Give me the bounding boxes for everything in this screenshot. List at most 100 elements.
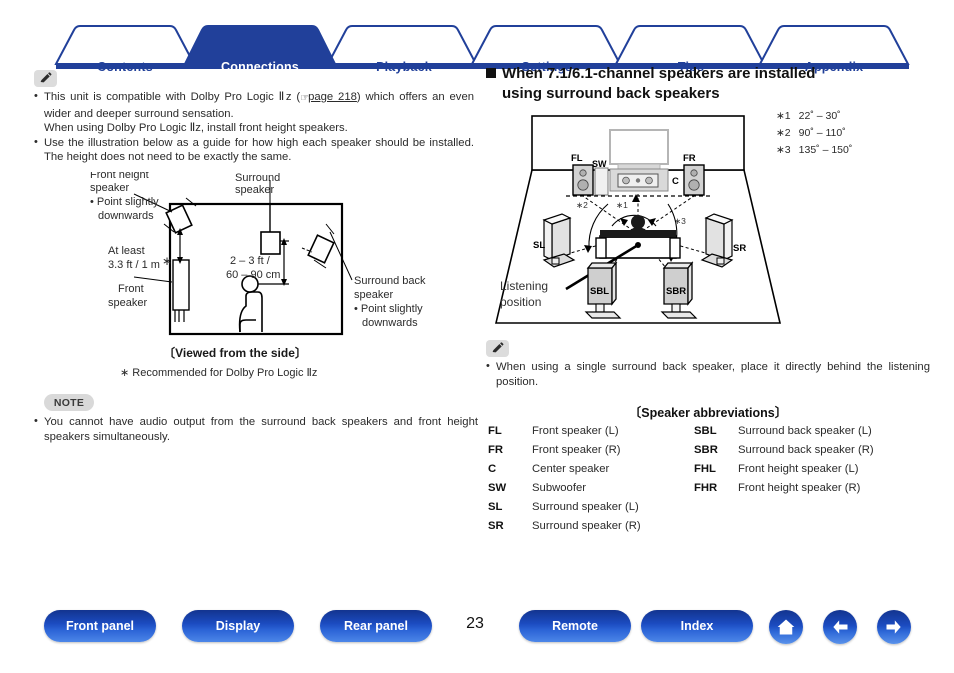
footer-button-remote[interactable]: Remote <box>519 610 631 642</box>
fig-mark-3: ∗3 <box>674 216 686 226</box>
abbr-key: FR <box>488 444 504 456</box>
abbr-val: Front speaker (R) <box>532 444 621 456</box>
abbr-key: SL <box>488 501 503 513</box>
table-row: C Center speaker <box>488 463 641 482</box>
listener-figure <box>238 275 263 333</box>
abbreviations-title: 〔Speaker abbreviations〕 <box>628 406 788 420</box>
table-row: FHR Front height speaker (R) <box>694 482 874 501</box>
fig-label-sbr: SBR <box>666 286 686 297</box>
abbr-key: FHL <box>694 463 716 475</box>
abbr-key: SBL <box>694 425 717 437</box>
surround-back-speaker-shape <box>301 223 335 269</box>
label-front-height-2: speaker <box>90 182 129 194</box>
fig-mark-2: ∗2 <box>576 200 588 210</box>
left-bullet-1: This unit is compatible with Dolby Pro L… <box>34 89 474 136</box>
label-atleast-star: ∗ <box>162 254 172 268</box>
pointing-hand-icon: ☞ <box>300 93 309 104</box>
label-dist-2: 60 – 90 cm <box>226 269 280 281</box>
home-icon[interactable] <box>769 610 803 644</box>
abbr-key: SBR <box>694 444 718 456</box>
page-number: 23 <box>466 615 484 632</box>
top-view-diagram: FL FR SW C SL SR SBL SBR ∗1 ∗2 ∗3 Listen… <box>488 108 788 333</box>
label-surround-line1: Surround <box>235 172 281 184</box>
angle-row-2: ∗2 90˚ – 110˚ <box>776 126 858 141</box>
abbreviations-table-right: SBL Surround back speaker (L) SBR Surround… <box>694 425 874 501</box>
abbr-val: Surround speaker (R) <box>532 520 641 532</box>
heading-line-1: When 7.1/6.1-channel speakers are instal… <box>502 65 816 82</box>
angle-mark-1: ∗1 <box>776 110 791 122</box>
sr-speaker-shape <box>700 213 734 268</box>
heading-line-2: using surround back speakers <box>502 85 720 102</box>
tab-shape-4 <box>614 25 766 65</box>
angle-mark-2: ∗2 <box>776 127 791 139</box>
label-front-2: speaker <box>108 297 147 309</box>
sw-speaker-shape <box>594 167 609 196</box>
angle-range-3: 135˚ – 150˚ <box>798 144 853 156</box>
heading-square-icon <box>486 68 496 78</box>
label-dist-1: 2 – 3 ft / <box>230 255 271 267</box>
footer-button-rear-panel[interactable]: Rear panel <box>320 610 432 642</box>
label-surround-speaker-top: Surround speaker <box>235 172 280 196</box>
abbr-val: Front speaker (L) <box>532 425 619 437</box>
left-bullet-1-text-a: This unit is compatible with Dolby Pro L… <box>44 91 301 103</box>
abbr-val: Surround back speaker (R) <box>738 444 874 456</box>
front-speaker-shape <box>172 259 190 311</box>
page-link[interactable]: page 218 <box>308 91 357 103</box>
tab-shape-2 <box>326 25 478 65</box>
left-column: This unit is compatible with Dolby Pro L… <box>34 70 474 165</box>
abbr-key: C <box>488 463 497 475</box>
angle-row-1: ∗1 22˚ – 30˚ <box>776 109 858 124</box>
abbr-key: FL <box>488 425 502 437</box>
table-row: SBR Surround back speaker (R) <box>694 444 874 463</box>
fig-label-sbl: SBL <box>590 286 609 297</box>
note-badge: NOTE <box>44 394 94 411</box>
arrow-right-icon[interactable] <box>877 610 911 644</box>
abbr-val: Surround speaker (L) <box>532 501 639 513</box>
left-bullet-2-text: Use the illustration below as a guide fo… <box>44 136 474 164</box>
table-row: SR Surround speaker (R) <box>488 520 641 539</box>
angle-row-3: ∗3 135˚ – 150˚ <box>776 143 858 158</box>
abbr-val: Front height speaker (R) <box>738 482 861 494</box>
label-front-height-1: Front height <box>90 172 149 181</box>
left-bullet-2: Use the illustration below as a guide fo… <box>34 135 474 165</box>
fig-label-fl: FL <box>571 153 583 164</box>
table-row: FHL Front height speaker (L) <box>694 463 874 482</box>
arrow-left-icon[interactable] <box>823 610 857 644</box>
angle-legend: ∗1 22˚ – 30˚ ∗2 90˚ – 110˚ ∗3 135˚ – 150… <box>774 107 860 160</box>
table-row: SBL Surround back speaker (L) <box>694 425 874 444</box>
footer-button-display[interactable]: Display <box>182 610 294 642</box>
tv-stand <box>617 163 661 170</box>
sl-speaker-shape <box>542 213 576 268</box>
label-front-1: Front <box>118 283 144 295</box>
side-view-diagram: Front height speaker • Point slightly do… <box>34 156 474 372</box>
note-body: You cannot have audio output from the su… <box>34 414 478 444</box>
fig-listening-2: position <box>500 295 541 309</box>
label-front-height-b2: downwards <box>98 210 154 222</box>
pencil-icon <box>486 340 509 357</box>
footer-button-index[interactable]: Index <box>641 610 753 642</box>
side-view-footnote: ∗ Recommended for Dolby Pro Logic Ⅱz <box>120 367 318 379</box>
table-row: SW Subwoofer <box>488 482 641 501</box>
abbr-val: Front height speaker (L) <box>738 463 859 475</box>
angle-range-1: 22˚ – 30˚ <box>798 110 841 122</box>
side-view-svg: Front height speaker • Point slightly do… <box>90 156 426 336</box>
fig-label-sr: SR <box>733 243 746 254</box>
side-view-caption: 〔Viewed from the side〕 <box>163 346 307 360</box>
angle-mark-3: ∗3 <box>776 144 791 156</box>
label-sb-4: downwards <box>362 317 418 329</box>
abbr-key: SW <box>488 482 507 494</box>
table-row: SL Surround speaker (L) <box>488 501 641 520</box>
section-heading: When 7.1/6.1-channel speakers are instal… <box>486 64 926 104</box>
surround-speaker-shape <box>260 231 281 255</box>
listener-head <box>631 215 645 229</box>
fig-listening-1: Listening <box>500 279 548 293</box>
label-atleast-1: At least <box>108 245 145 257</box>
abbr-key: FHR <box>694 482 718 494</box>
leader-front <box>133 276 173 283</box>
table-row: FL Front speaker (L) <box>488 425 641 444</box>
angle-range-2: 90˚ – 110˚ <box>798 127 846 139</box>
tv-shape <box>609 129 669 165</box>
footer-button-front-panel[interactable]: Front panel <box>44 610 156 642</box>
label-front-height-b1: • Point slightly <box>90 196 159 208</box>
pencil-icon <box>34 70 57 87</box>
